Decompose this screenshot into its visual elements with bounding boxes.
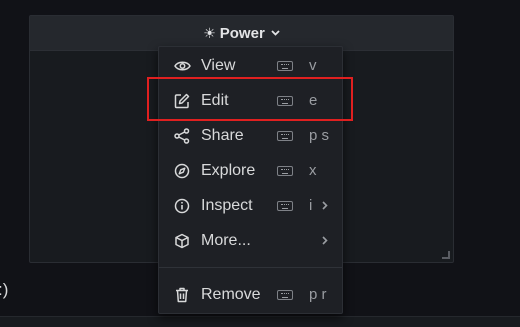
sun-icon: ☀ bbox=[203, 24, 216, 41]
shortcut-key: p s bbox=[309, 127, 330, 144]
background-text-fragment: :) bbox=[0, 280, 9, 299]
shortcut-key: v bbox=[309, 57, 317, 74]
menu-item-inspect[interactable]: Inspect i bbox=[159, 188, 342, 223]
eye-icon bbox=[173, 57, 191, 75]
keyboard-icon bbox=[277, 165, 293, 176]
highlight-box bbox=[147, 77, 353, 121]
shortcut-key: i bbox=[309, 197, 313, 214]
chevron-right-icon bbox=[322, 201, 328, 210]
trash-icon bbox=[173, 286, 191, 304]
menu-item-explore[interactable]: Explore x bbox=[159, 153, 342, 188]
panel-title[interactable]: Power bbox=[220, 25, 265, 42]
menu-item-label: Share bbox=[201, 126, 244, 144]
menu-item-label: Remove bbox=[201, 285, 261, 303]
keyboard-icon bbox=[277, 60, 293, 71]
menu-item-remove[interactable]: Remove p r bbox=[159, 277, 342, 312]
compass-icon bbox=[173, 162, 191, 180]
share-icon bbox=[173, 127, 191, 145]
menu-item-more[interactable]: More... bbox=[159, 223, 342, 258]
menu-item-label: Inspect bbox=[201, 196, 253, 214]
menu-item-label: More... bbox=[201, 231, 251, 249]
chevron-down-icon[interactable] bbox=[271, 30, 280, 36]
menu-item-share[interactable]: Share p s bbox=[159, 118, 342, 153]
cube-icon bbox=[173, 232, 191, 250]
info-icon bbox=[173, 197, 191, 215]
keyboard-icon bbox=[277, 200, 293, 211]
keyboard-icon bbox=[277, 289, 293, 300]
resize-handle[interactable] bbox=[442, 251, 450, 259]
keyboard-icon bbox=[277, 130, 293, 141]
bottom-panel-edge bbox=[0, 316, 520, 327]
shortcut-key: p r bbox=[309, 286, 327, 303]
shortcut-key: x bbox=[309, 162, 317, 179]
chevron-right-icon bbox=[322, 236, 328, 245]
menu-item-label: Explore bbox=[201, 161, 256, 179]
menu-item-label: View bbox=[201, 56, 236, 74]
menu-divider bbox=[159, 267, 342, 268]
